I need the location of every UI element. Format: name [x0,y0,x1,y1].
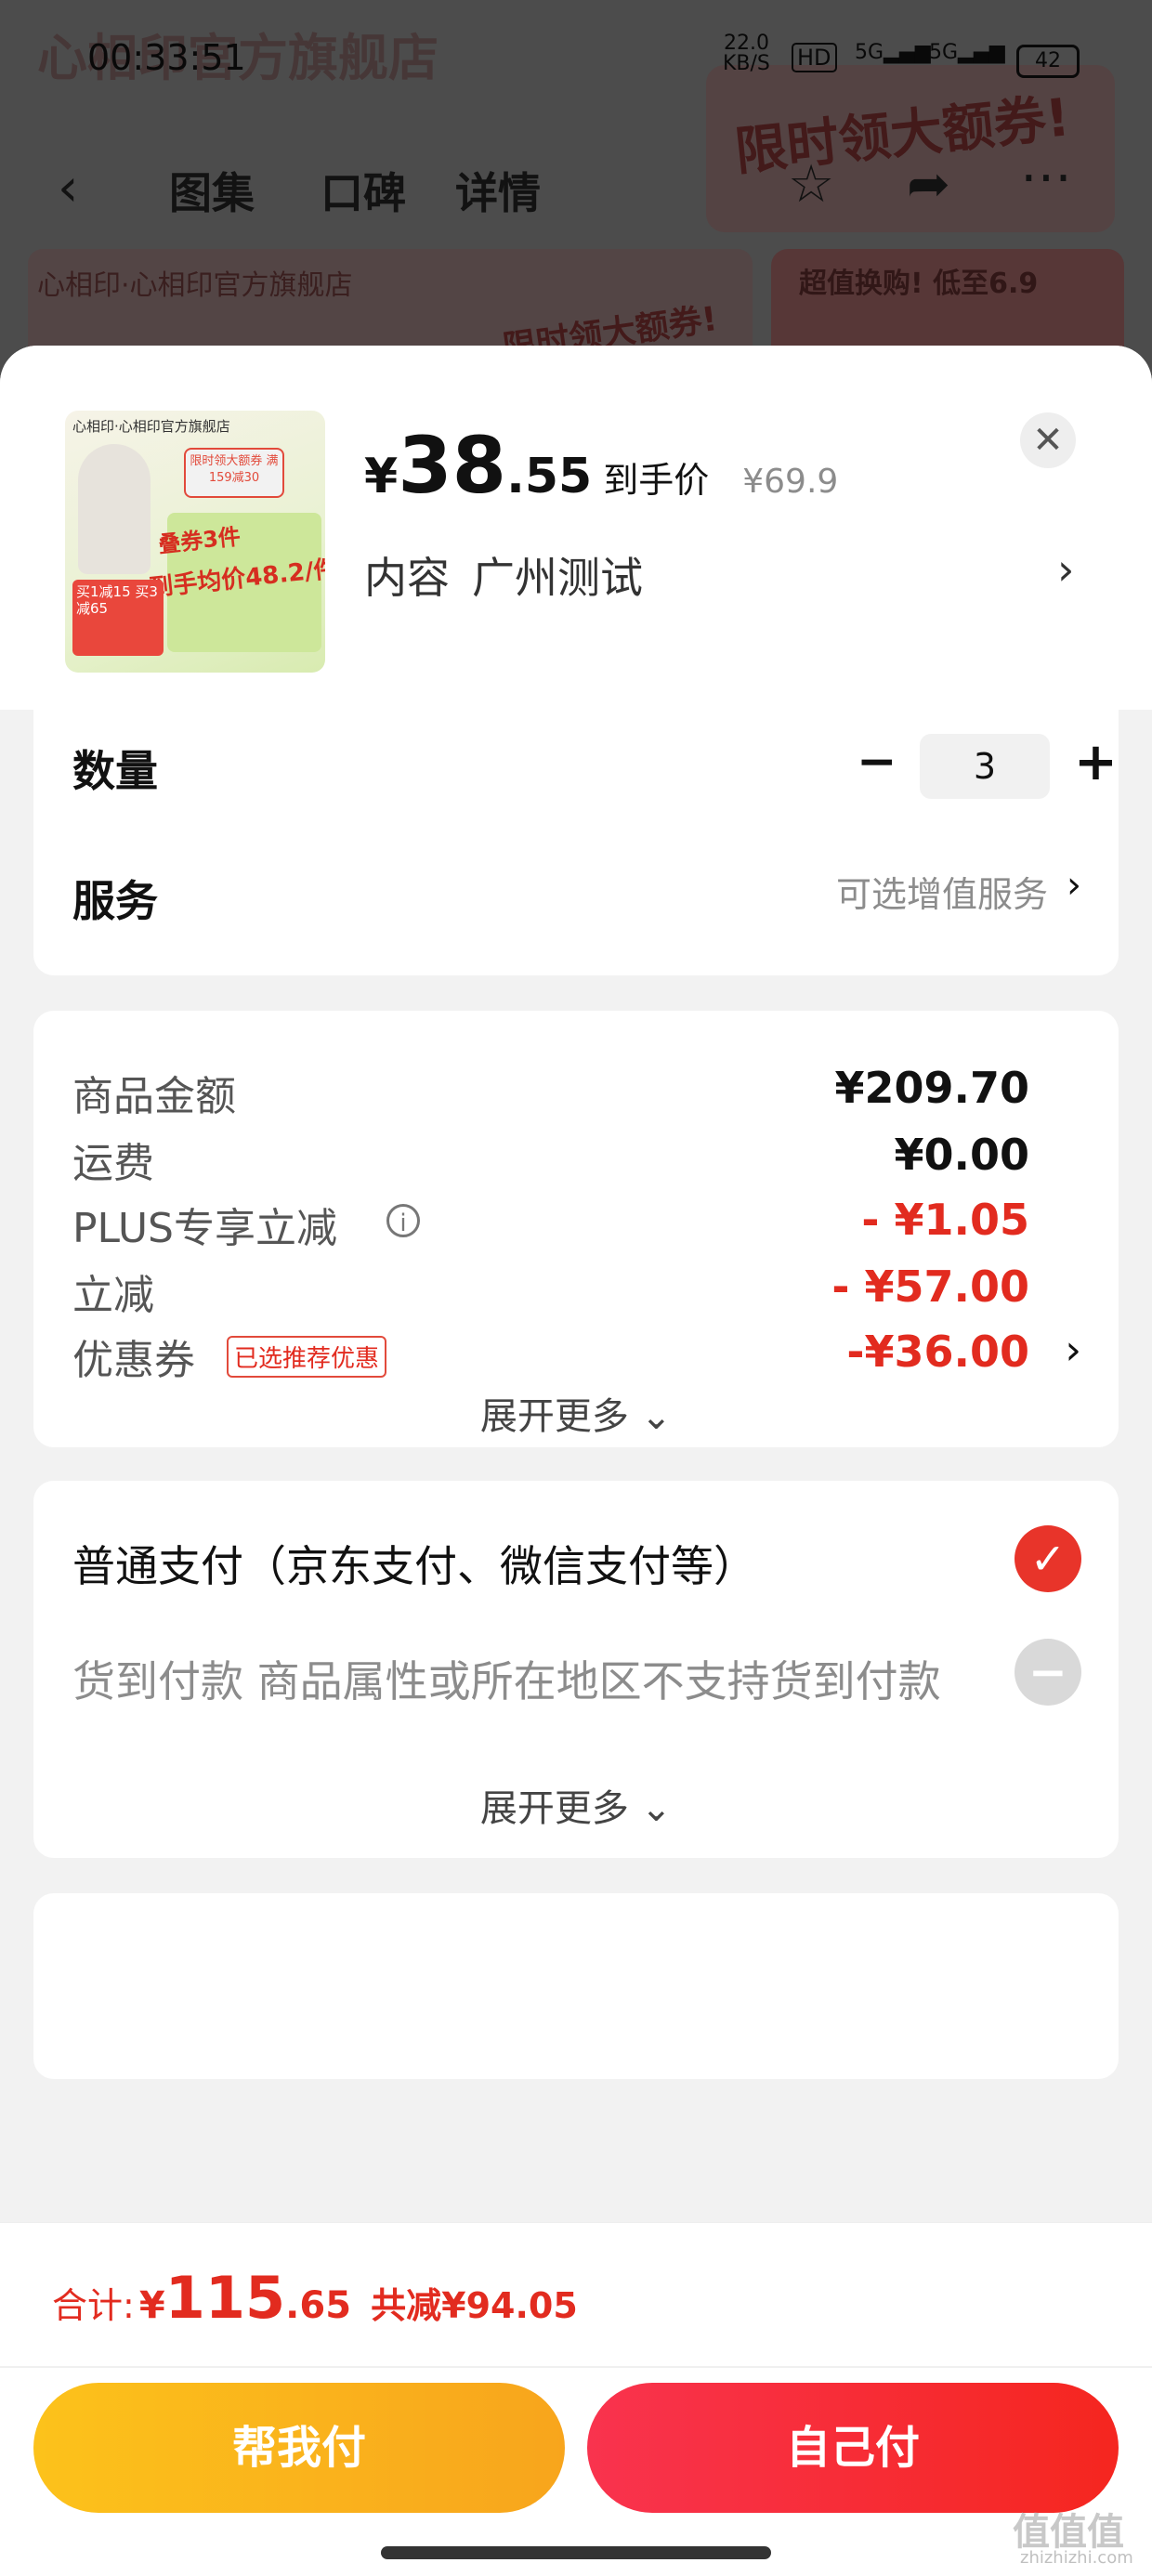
total-summary: 合计: ¥115.65 共减¥94.05 [52,2264,578,2332]
close-icon[interactable]: ✕ [1020,412,1076,468]
original-price: ¥69.9 [742,463,839,501]
coupon-tag: 已选推荐优惠 [227,1336,387,1378]
info-icon[interactable]: i [386,1204,420,1237]
checkout-footer: 合计: ¥115.65 共减¥94.05 帮我付 自己付 值值值 zhizhiz… [0,2222,1152,2576]
fee-label-goods: 商品金额 [72,1073,236,1120]
payment-cod-label: 货到付款 商品属性或所在地区不支持货到付款 [72,1656,941,1706]
check-icon[interactable]: ✓ [1015,1525,1081,1592]
watermark-url: zhizhizhi.com [1020,2548,1133,2568]
fee-value-plus: - ¥1.05 [861,1195,1029,1245]
payment-normal-label[interactable]: 普通支付（京东支付、微信支付等） [72,1533,756,1594]
price-block: ¥38.55 到手价 ¥69.9 [364,420,838,511]
fee-value-coupon[interactable]: -¥36.00 [846,1327,1029,1377]
price-integer: 38 [398,420,507,511]
help-pay-button[interactable]: 帮我付 [33,2383,565,2513]
chevron-right-icon[interactable]: › [1067,864,1081,907]
quantity-label: 数量 [72,746,158,796]
footer-divider [0,2366,1152,2368]
variant-value: 广州测试 [472,553,643,603]
fee-value-instant: - ¥57.00 [831,1262,1029,1312]
minus-icon[interactable]: − [857,734,897,790]
fee-value-goods: ¥209.70 [834,1063,1029,1113]
variant-selector[interactable]: 内容 广州测试 [364,544,643,606]
thumb-red-badge: 买1减15 买3减65 [72,580,164,656]
fee-label-plus: PLUS专享立减 [72,1205,337,1252]
price-label: 到手价 [603,460,710,501]
home-indicator[interactable] [381,2546,771,2559]
fee-label-coupon: 优惠券 [72,1337,195,1384]
total-currency: ¥ [138,2284,165,2327]
quantity-service-card: 数量 − 3 + 服务 可选增值服务 › [33,710,1119,975]
self-pay-button[interactable]: 自己付 [587,2383,1119,2513]
quantity-input[interactable]: 3 [920,734,1050,799]
total-discount: 共减¥94.05 [371,2285,578,2326]
thumb-store-text: 心相印·心相印官方旗舰店 [72,418,230,435]
product-thumbnail: 心相印·心相印官方旗舰店 限时领大额券 满159减30 叠券3件 到手均价48.… [65,411,325,673]
price-decimal: .55 [506,449,593,504]
fee-label-instant: 立减 [72,1272,154,1319]
thumb-badge: 限时领大额券 满159减30 [184,448,284,498]
disabled-radio-icon: − [1015,1639,1081,1706]
chevron-down-icon: ⌄ [640,1787,673,1830]
product-header: 心相印·心相印官方旗舰店 限时领大额券 满159减30 叠券3件 到手均价48.… [0,346,1152,710]
plus-icon[interactable]: + [1074,732,1118,792]
fee-value-shipping: ¥0.00 [894,1130,1029,1180]
payment-card: 普通支付（京东支付、微信支付等） ✓ 货到付款 商品属性或所在地区不支持货到付款… [33,1481,1119,1858]
chevron-down-icon: ⌄ [640,1395,673,1438]
total-integer: 115 [164,2264,286,2332]
price-currency: ¥ [364,449,399,504]
total-decimal: .65 [285,2284,352,2327]
service-label: 服务 [72,876,158,926]
expand-more-fees[interactable]: 展开更多 ⌄ [33,1386,1119,1440]
more-card [33,1893,1119,2079]
chevron-right-icon[interactable]: › [1065,1327,1081,1374]
variant-label: 内容 [364,553,450,603]
fee-card: 商品金额 ¥209.70 运费 ¥0.00 PLUS专享立减 i - ¥1.05… [33,1011,1119,1447]
total-label: 合计: [52,2285,135,2326]
fee-label-shipping: 运费 [72,1140,154,1187]
expand-more-payment[interactable]: 展开更多 ⌄ [33,1778,1119,1832]
service-value[interactable]: 可选增值服务 [836,866,1048,917]
chevron-right-icon[interactable]: › [1057,544,1074,595]
thumb-person [78,444,151,574]
